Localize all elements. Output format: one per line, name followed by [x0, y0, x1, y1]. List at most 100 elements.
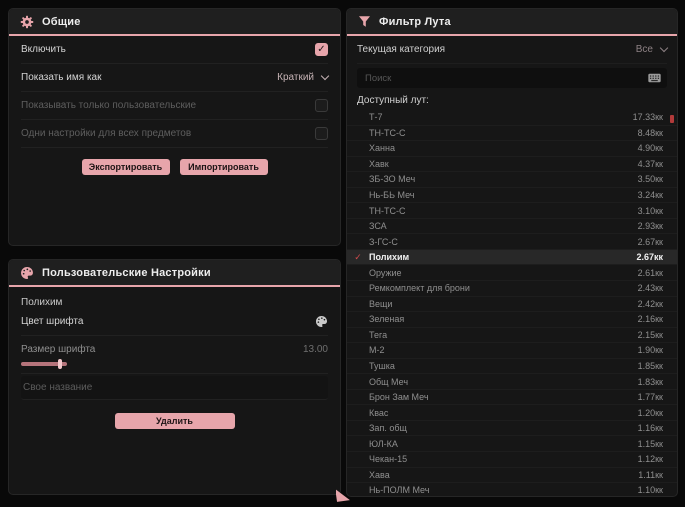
list-item[interactable]: Брон Зам Меч 1.77кк: [347, 390, 677, 406]
loot-item-value: 3.10кк: [637, 205, 663, 216]
general-panel: Общие Включить Показать имя как Краткий …: [8, 8, 341, 246]
loot-item-value: 3.50кк: [637, 174, 663, 185]
export-button[interactable]: Экспортировать: [81, 159, 170, 175]
loot-item-value: 4.90кк: [637, 143, 663, 154]
slider-handle[interactable]: [58, 359, 62, 369]
import-button[interactable]: Импортировать: [179, 159, 268, 175]
font-color-label: Цвет шрифта: [21, 316, 84, 327]
loot-item-value: 1.77кк: [637, 392, 663, 403]
loot-item-value: 2.15кк: [637, 329, 663, 340]
enable-checkbox[interactable]: [315, 43, 328, 56]
palette-icon: [20, 266, 34, 280]
list-item[interactable]: ТН-ТС-С 3.10кк: [347, 203, 677, 219]
category-label: Текущая категория: [357, 44, 446, 55]
loot-item-name: Чекан-15: [369, 454, 408, 465]
list-item[interactable]: ЗБ-ЗО Меч 3.50кк: [347, 172, 677, 188]
list-item[interactable]: Хава 1.11кк: [347, 468, 677, 484]
combo-value: Все: [635, 44, 653, 55]
category-combo[interactable]: Все: [635, 43, 669, 55]
chevron-down-icon: [659, 43, 669, 53]
loot-item-value: 2.16кк: [637, 314, 663, 325]
list-item[interactable]: Оружие 2.61кк: [347, 265, 677, 282]
font-size-label: Размер шрифта: [21, 343, 96, 355]
loot-item-value: 2.61кк: [637, 267, 663, 278]
loot-item-value: 1.16кк: [637, 423, 663, 434]
category-row: Текущая категория Все: [357, 36, 669, 64]
list-item[interactable]: Зеленая 2.16кк: [347, 312, 677, 328]
list-item[interactable]: Ханна 4.90кк: [347, 141, 677, 157]
loot-item-name: ТН-ТС-С: [369, 205, 406, 216]
loot-item-value: 1.15кк: [637, 438, 663, 449]
loot-item-value: 1.20кк: [637, 407, 663, 418]
loot-item-name: Тушка: [369, 361, 395, 372]
loot-item-value: 8.48кк: [637, 127, 663, 138]
list-item[interactable]: Т-7 17.33кк: [347, 110, 677, 126]
list-item[interactable]: Тушка 1.85кк: [347, 359, 677, 375]
list-item[interactable]: Ремкомплект для брони 2.43кк: [347, 281, 677, 297]
general-panel-header[interactable]: Общие: [9, 9, 340, 36]
list-item[interactable]: М-2 1.90кк: [347, 343, 677, 359]
list-item[interactable]: Квас 1.20кк: [347, 405, 677, 421]
loot-item-value: 2.42кк: [637, 298, 663, 309]
list-item[interactable]: Тега 2.15кк: [347, 328, 677, 344]
list-item[interactable]: Полихим 2.67кк: [347, 249, 677, 266]
delete-button[interactable]: Удалить: [114, 413, 235, 429]
loot-filter-panel-header[interactable]: Фильтр Лута: [347, 9, 677, 36]
loot-item-name: ЗСА: [369, 221, 387, 232]
list-item[interactable]: ЗСА 2.93кк: [347, 219, 677, 235]
list-item[interactable]: Общ Меч 1.83кк: [347, 374, 677, 390]
loot-item-value: 1.10кк: [637, 485, 663, 496]
list-item[interactable]: Зап. общ 1.16кк: [347, 421, 677, 437]
custom-name-input[interactable]: [21, 376, 328, 400]
only-custom-row: Показывать только пользовательские: [21, 92, 328, 120]
list-item[interactable]: Чекан-15 1.12кк: [347, 452, 677, 468]
enable-label: Включить: [21, 44, 66, 55]
only-custom-checkbox[interactable]: [315, 99, 328, 112]
loot-item-name: ТН-ТС-С: [369, 127, 406, 138]
font-size-row: Размер шрифта 13.00: [21, 339, 328, 359]
scrollbar-thumb[interactable]: [670, 115, 674, 123]
search-input[interactable]: [363, 71, 642, 85]
loot-item-value: 2.43кк: [637, 283, 663, 294]
loot-list-label: Доступный лут:: [357, 95, 429, 106]
same-settings-row: Одни настройки для всех предметов: [21, 120, 328, 148]
list-item[interactable]: Нь-ПОЛМ Меч 1.10кк: [347, 483, 677, 496]
loot-item-value: 2.93кк: [637, 221, 663, 232]
user-settings-panel: Пользовательские Настройки Полихим Цвет …: [8, 259, 341, 495]
user-settings-panel-header[interactable]: Пользовательские Настройки: [9, 260, 340, 287]
keyboard-icon[interactable]: [648, 73, 661, 83]
list-item[interactable]: З-ГС-С 2.67кк: [347, 234, 677, 250]
loot-item-value: 2.67кк: [636, 252, 663, 263]
same-settings-checkbox[interactable]: [315, 127, 328, 140]
panel-title: Общие: [42, 15, 81, 28]
resize-grip[interactable]: [335, 486, 350, 502]
combo-value: Краткий: [277, 72, 314, 83]
loot-item-value: 1.12кк: [637, 454, 663, 465]
selected-item-name: Полихим: [21, 297, 63, 308]
loot-item-name: Ремкомплект для брони: [369, 283, 470, 294]
list-item[interactable]: ТН-ТС-С 8.48кк: [347, 126, 677, 142]
loot-item-name: Оружие: [369, 267, 402, 278]
list-item[interactable]: Хавк 4.37кк: [347, 157, 677, 173]
loot-item-value: 1.85кк: [637, 361, 663, 372]
only-custom-label: Показывать только пользовательские: [21, 100, 196, 111]
list-item[interactable]: Нь-БЬ Меч 3.24кк: [347, 188, 677, 204]
loot-item-name: Брон Зам Меч: [369, 392, 429, 403]
loot-item-value: 1.11кк: [638, 469, 663, 480]
loot-item-name: З-ГС-С: [369, 236, 398, 247]
font-size-slider[interactable]: [21, 359, 67, 369]
search-box[interactable]: [357, 68, 667, 88]
color-palette-icon[interactable]: [315, 315, 328, 328]
font-color-row: Цвет шрифта: [21, 308, 328, 336]
list-item[interactable]: ЮЛ-КА 1.15кк: [347, 436, 677, 453]
list-item[interactable]: Вещи 2.42кк: [347, 297, 677, 313]
funnel-icon: [358, 15, 371, 28]
loot-item-name: Зап. общ: [369, 423, 407, 434]
loot-list: Т-7 17.33кк ТН-ТС-С 8.48кк Ханна 4.90кк Хавк 4.…: [347, 110, 677, 496]
display-name-combo[interactable]: Краткий: [277, 71, 330, 83]
display-name-label: Показать имя как: [21, 72, 102, 83]
loot-item-value: 3.24кк: [637, 190, 663, 200]
loot-item-name: Нь-БЬ Меч: [369, 190, 415, 200]
loot-item-name: Ханна: [369, 143, 395, 154]
same-settings-label: Одни настройки для всех предметов: [21, 128, 192, 139]
